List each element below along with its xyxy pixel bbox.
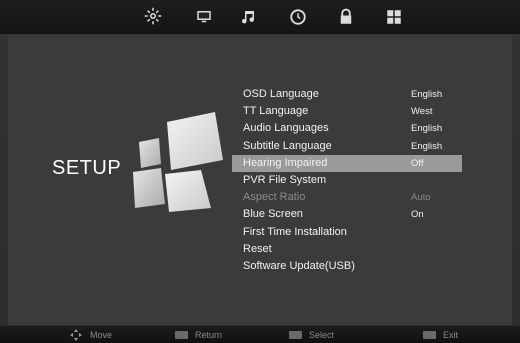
menu-item-value: English bbox=[411, 123, 443, 135]
menu-item-label: Reset bbox=[243, 242, 272, 255]
menu-item-value: English bbox=[411, 140, 443, 152]
menu-item-subtitle-language[interactable]: Subtitle Language English bbox=[232, 138, 462, 155]
settings-icon[interactable] bbox=[142, 5, 164, 27]
setup-icon[interactable] bbox=[383, 6, 405, 28]
setup-tiles-icon bbox=[133, 112, 223, 212]
menu-item-label: First Time Installation bbox=[243, 225, 347, 238]
menu-item-label: Blue Screen bbox=[243, 208, 303, 221]
menu-item-label: Hearing Impaired bbox=[243, 156, 328, 169]
menu-item-label: Software Update(USB) bbox=[243, 259, 355, 272]
sound-icon[interactable] bbox=[237, 6, 259, 28]
menu-item-value: Auto bbox=[411, 192, 431, 204]
menu-item-software-update-usb[interactable]: Software Update(USB) bbox=[232, 258, 462, 275]
menu-item-audio-languages[interactable]: Audio Languages English bbox=[232, 120, 462, 137]
picture-icon[interactable] bbox=[193, 6, 215, 28]
menu-item-value: On bbox=[411, 209, 424, 221]
return-hint: Return bbox=[175, 326, 222, 343]
menu-item-pvr-file-system[interactable]: PVR File System bbox=[232, 172, 462, 189]
menu-item-label: TT Language bbox=[243, 105, 309, 118]
exit-label: Exit bbox=[443, 329, 459, 340]
move-hint: Move bbox=[70, 326, 112, 343]
menu-item-label: Aspect Ratio bbox=[243, 191, 306, 204]
menu-item-label: Audio Languages bbox=[243, 122, 329, 135]
menu-item-value: West bbox=[411, 106, 433, 118]
ok-key-icon bbox=[289, 330, 302, 339]
setup-menu: OSD Language English TT Language West Audio … bbox=[232, 86, 462, 275]
menu-item-label: OSD Language bbox=[243, 88, 319, 100]
select-label: Select bbox=[309, 329, 335, 340]
menu-item-osd-language[interactable]: OSD Language English bbox=[232, 86, 462, 103]
menu-item-label: PVR File System bbox=[243, 173, 327, 186]
return-label: Return bbox=[195, 329, 223, 340]
bottom-hint-bar: Move Return Select Exit bbox=[0, 326, 520, 343]
menu-item-tt-language[interactable]: TT Language West bbox=[232, 103, 462, 120]
select-hint: Select bbox=[289, 326, 334, 343]
menu-item-blue-screen[interactable]: Blue Screen On bbox=[232, 206, 462, 223]
menu-item-label: Subtitle Language bbox=[243, 139, 332, 152]
menu-item-first-time-installation[interactable]: First Time Installation bbox=[232, 224, 462, 241]
page-title: SETUP bbox=[52, 157, 122, 179]
menu-item-aspect-ratio[interactable]: Aspect Ratio Auto bbox=[232, 189, 462, 206]
menu-item-hearing-impaired[interactable]: Hearing Impaired Off bbox=[232, 154, 462, 172]
move-label: Move bbox=[90, 329, 113, 340]
menu-item-value: English bbox=[411, 89, 443, 100]
exit-key-icon bbox=[423, 330, 436, 339]
menu-item-value: Off bbox=[411, 157, 424, 169]
menu-key-icon bbox=[175, 330, 188, 339]
exit-hint: Exit bbox=[423, 326, 458, 343]
menu-item-reset[interactable]: Reset bbox=[232, 241, 462, 258]
move-arrows-icon bbox=[70, 328, 82, 341]
top-menu-bar bbox=[0, 0, 520, 34]
clock-icon[interactable] bbox=[287, 6, 309, 28]
lock-icon[interactable] bbox=[335, 6, 357, 28]
